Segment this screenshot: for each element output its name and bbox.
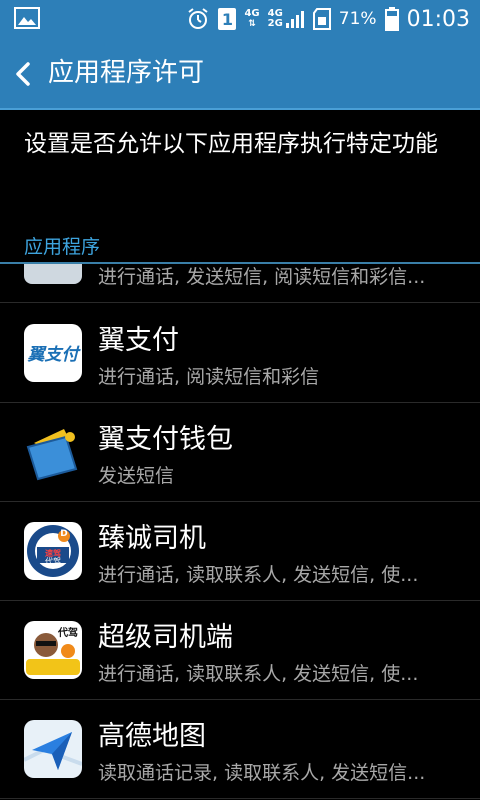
- network-type-label: 4G: [244, 8, 260, 19]
- list-item-zhencheng-driver[interactable]: D 速驾 代驾 臻诚司机 进行通话, 读取联系人, 发送短信, 使...: [0, 502, 480, 601]
- app-permissions: 进行通话, 读取联系人, 发送短信, 使...: [98, 663, 419, 685]
- description-text: 设置是否允许以下应用程序执行特定功能: [24, 131, 438, 157]
- app-permissions: 进行通话, 读取联系人, 发送短信, 使...: [98, 564, 419, 586]
- app-permissions: 读取通话记录, 读取联系人, 发送短信...: [98, 762, 426, 784]
- app-name: 臻诚司机: [98, 523, 206, 554]
- app-bar: 应用程序许可: [0, 38, 480, 110]
- app-permissions: 发送短信: [98, 465, 175, 487]
- sim-card-icon: 1: [218, 8, 237, 30]
- alarm-icon: [188, 8, 209, 29]
- app-name: 超级司机端: [98, 622, 233, 653]
- list-item-super-driver[interactable]: 代驾 超级司机端 进行通话, 读取联系人, 发送短信, 使...: [0, 601, 480, 700]
- sd-card-icon: [312, 8, 331, 30]
- amap-icon: [24, 720, 82, 778]
- section-header: 应用程序: [24, 236, 101, 258]
- app-name: 翼支付: [98, 325, 179, 356]
- wallet-icon: [26, 429, 78, 481]
- app-name: 高德地图: [98, 721, 206, 752]
- signal-bars-icon: [285, 11, 304, 28]
- super-driver-icon: 代驾: [24, 621, 82, 679]
- network-type-label-bottom: 2G: [267, 18, 283, 29]
- signal-indicator: 4G 2G: [268, 9, 305, 29]
- list-item-partial[interactable]: 进行通话, 发送短信, 阅读短信和彩信...: [0, 264, 480, 303]
- app-permissions: 进行通话, 发送短信, 阅读短信和彩信...: [98, 266, 426, 288]
- steering-wheel-icon: D 速驾 代驾: [24, 522, 82, 580]
- app-permissions: 进行通话, 阅读短信和彩信: [98, 366, 320, 388]
- status-bar: 1 4G ⇅ 4G 2G 71% 01:03: [0, 0, 480, 38]
- list-item-yizhifu[interactable]: 翼支付 翼支付 进行通话, 阅读短信和彩信: [0, 304, 480, 403]
- battery-icon: [384, 7, 399, 31]
- list-item-amap[interactable]: 高德地图 读取通话记录, 读取联系人, 发送短信...: [0, 700, 480, 799]
- back-arrow-icon[interactable]: [12, 60, 34, 88]
- network-4g-indicator: 4G ⇅: [244, 8, 260, 30]
- page-title: 应用程序许可: [48, 58, 205, 88]
- yizhifu-icon: 翼支付: [24, 324, 82, 382]
- app-icon: [24, 264, 82, 284]
- battery-percent: 71%: [338, 9, 377, 29]
- gallery-notification-icon: [14, 7, 40, 29]
- app-name: 翼支付钱包: [98, 424, 233, 455]
- clock: 01:03: [406, 6, 470, 32]
- list-item-yizhifu-wallet[interactable]: 翼支付钱包 发送短信: [0, 403, 480, 502]
